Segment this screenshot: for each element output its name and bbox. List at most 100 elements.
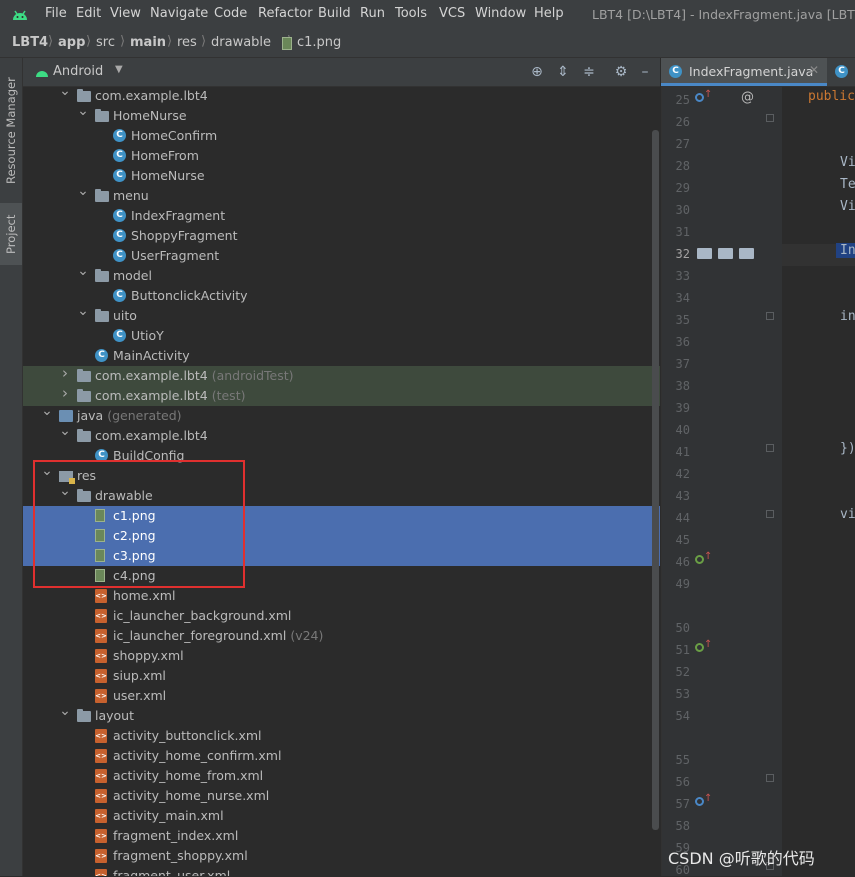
- tree-row[interactable]: <> activity_home_from.xml: [23, 766, 660, 786]
- tree-row[interactable]: <> activity_buttonclick.xml: [23, 726, 660, 746]
- tree-row[interactable]: <> activity_home_nurse.xml: [23, 786, 660, 806]
- tree-row[interactable]: C UserFragment: [23, 246, 660, 266]
- tree-row[interactable]: C HomeFrom: [23, 146, 660, 166]
- menu-help[interactable]: Help: [534, 6, 564, 21]
- fold-marker-icon[interactable]: [766, 774, 774, 782]
- tree-row[interactable]: <> siup.xml: [23, 666, 660, 686]
- tree-row[interactable]: ⌄ uito: [23, 304, 660, 326]
- breadcrumb-item[interactable]: main: [130, 35, 166, 50]
- chevron-down-icon[interactable]: ⌄: [77, 264, 89, 278]
- fold-marker-icon[interactable]: [766, 312, 774, 320]
- locate-icon[interactable]: ⊕: [528, 63, 546, 81]
- code-text[interactable]: Te: [840, 177, 855, 192]
- line-number: 50: [675, 621, 690, 635]
- collapse-all-icon[interactable]: ≑: [580, 63, 598, 81]
- menu-refactor[interactable]: Refactor: [258, 6, 313, 21]
- menu-navigate[interactable]: Navigate: [150, 6, 208, 21]
- chevron-down-icon[interactable]: ⌄: [41, 404, 53, 418]
- tree-row[interactable]: <> user.xml: [23, 686, 660, 706]
- tree-row[interactable]: <> activity_main.xml: [23, 806, 660, 826]
- tree-row[interactable]: <> activity_home_confirm.xml: [23, 746, 660, 766]
- chevron-down-icon[interactable]: ⌄: [59, 86, 71, 98]
- menu-build[interactable]: Build: [318, 6, 351, 21]
- fold-marker-icon[interactable]: [766, 510, 774, 518]
- tree-row[interactable]: <> fragment_index.xml: [23, 826, 660, 846]
- tree-row[interactable]: C ShoppyFragment: [23, 226, 660, 246]
- image-preview-icon[interactable]: [697, 248, 712, 259]
- expand-all-icon[interactable]: ⇕: [554, 63, 572, 81]
- breadcrumb-item[interactable]: app: [58, 35, 85, 50]
- tree-row[interactable]: <> fragment_shoppy.xml: [23, 846, 660, 866]
- tree-row[interactable]: ⌄ java (generated): [23, 404, 660, 426]
- chevron-right-icon[interactable]: ›: [59, 366, 71, 381]
- tree-row[interactable]: C UtioY: [23, 326, 660, 346]
- image-preview-icon[interactable]: [718, 248, 733, 259]
- tree-row[interactable]: <> shoppy.xml: [23, 646, 660, 666]
- breadcrumb-item[interactable]: LBT4: [12, 35, 48, 50]
- tree-row[interactable]: C MainActivity: [23, 346, 660, 366]
- breadcrumb-item[interactable]: res: [177, 35, 197, 50]
- tree-row[interactable]: › com.example.lbt4 (test): [23, 386, 660, 406]
- tree-row[interactable]: <> fragment_user.xml: [23, 866, 660, 876]
- chevron-down-icon[interactable]: ⌄: [59, 424, 71, 438]
- code-text[interactable]: Vi: [840, 155, 855, 170]
- breadcrumb-item[interactable]: drawable: [211, 35, 271, 50]
- tree-row-text: com.example.lbt4 (test): [95, 388, 245, 403]
- chevron-down-icon[interactable]: ⌄: [77, 184, 89, 198]
- tree-row[interactable]: ⌄ menu: [23, 184, 660, 206]
- hide-icon[interactable]: –: [636, 63, 654, 81]
- tree-scrollbar[interactable]: [652, 130, 659, 830]
- chevron-down-icon[interactable]: ⌄: [77, 104, 89, 118]
- breadcrumb-item[interactable]: c1.png: [297, 35, 341, 50]
- code-text[interactable]: In: [836, 243, 855, 258]
- menu-run[interactable]: Run: [360, 6, 385, 21]
- tree-row[interactable]: ⌄ com.example.lbt4: [23, 424, 660, 446]
- code-text[interactable]: Vi: [840, 199, 855, 214]
- code-text[interactable]: public: [808, 89, 855, 104]
- watermark: CSDN @听歌的代码: [668, 849, 815, 868]
- tree-row[interactable]: ⌄ layout: [23, 704, 660, 726]
- menu-edit[interactable]: Edit: [76, 6, 101, 21]
- code-text[interactable]: in: [840, 309, 855, 324]
- code-text[interactable]: }): [840, 441, 855, 456]
- chevron-right-icon[interactable]: ›: [59, 386, 71, 401]
- menu-view[interactable]: View: [110, 6, 141, 21]
- tab-project[interactable]: Project: [0, 203, 22, 265]
- fold-marker-icon[interactable]: [766, 444, 774, 452]
- tree-row[interactable]: C IndexFragment: [23, 206, 660, 226]
- tree-row-text: HomeFrom: [131, 148, 199, 163]
- tree-row[interactable]: ⌄ HomeNurse: [23, 104, 660, 126]
- menu-file[interactable]: File: [45, 6, 67, 21]
- chevron-down-icon[interactable]: ▼: [115, 64, 123, 75]
- tab-index-fragment[interactable]: C IndexFragment.java ✕: [661, 58, 827, 86]
- project-view-selector[interactable]: Android: [53, 64, 103, 79]
- tree-row[interactable]: ⌄ model: [23, 264, 660, 286]
- fold-marker-icon[interactable]: [766, 114, 774, 122]
- tree-row[interactable]: <> home.xml: [23, 586, 660, 606]
- tab-resource-manager[interactable]: Resource Manager: [0, 66, 22, 196]
- override-method-icon[interactable]: [695, 797, 704, 806]
- menu-code[interactable]: Code: [214, 6, 247, 21]
- class-icon[interactable]: C: [835, 65, 848, 78]
- tree-row[interactable]: <> ic_launcher_background.xml: [23, 606, 660, 626]
- tree-row[interactable]: C ButtonclickActivity: [23, 286, 660, 306]
- chevron-down-icon[interactable]: ⌄: [77, 304, 89, 318]
- close-icon[interactable]: ✕: [809, 63, 819, 77]
- menu-tools[interactable]: Tools: [395, 6, 427, 21]
- menu-window[interactable]: Window: [475, 6, 526, 21]
- gear-icon[interactable]: ⚙: [612, 63, 630, 81]
- image-preview-icon[interactable]: [739, 248, 754, 259]
- tree-row[interactable]: ⌄ com.example.lbt4: [23, 86, 660, 106]
- xml-file-icon: <>: [95, 609, 107, 623]
- tree-row[interactable]: C HomeConfirm: [23, 126, 660, 146]
- chevron-down-icon[interactable]: ⌄: [59, 704, 71, 718]
- menu-vcs[interactable]: VCS: [439, 6, 465, 21]
- implemented-method-icon[interactable]: [695, 643, 704, 652]
- code-text[interactable]: vi: [840, 507, 855, 522]
- tree-row[interactable]: <> ic_launcher_foreground.xml (v24): [23, 626, 660, 646]
- tree-row[interactable]: C HomeNurse: [23, 166, 660, 186]
- tree-row[interactable]: › com.example.lbt4 (androidTest): [23, 366, 660, 386]
- breadcrumb-item[interactable]: src: [96, 35, 115, 50]
- implemented-method-icon[interactable]: [695, 555, 704, 564]
- override-method-icon[interactable]: [695, 93, 704, 102]
